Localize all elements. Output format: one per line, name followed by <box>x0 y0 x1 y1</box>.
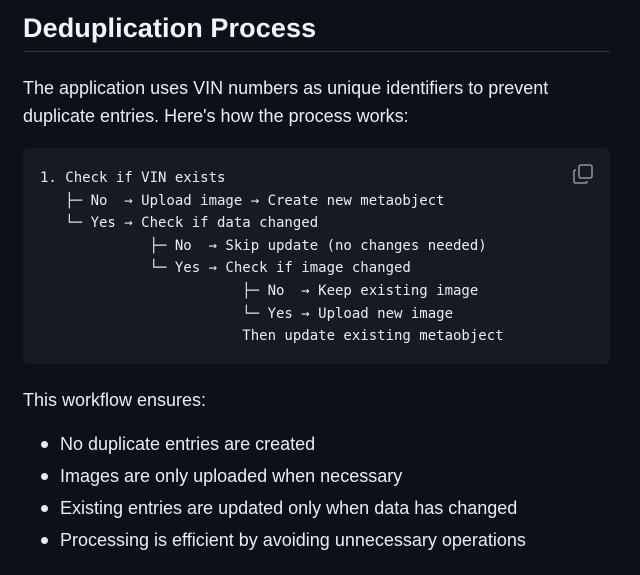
list-item: Images are only uploaded when necessary <box>23 460 610 492</box>
benefits-list: No duplicate entries are created Images … <box>23 428 610 556</box>
code-content[interactable]: 1. Check if VIN exists ├─ No → Upload im… <box>40 167 610 348</box>
code-line: Then update existing metaobject <box>40 328 504 345</box>
list-item-text: Existing entries are updated only when d… <box>60 498 518 518</box>
code-line: └─ Yes → Upload new image <box>40 305 454 322</box>
list-item-text: Processing is efficient by avoiding unne… <box>60 530 526 550</box>
workflow-lead: This workflow ensures: <box>23 390 207 410</box>
markdown-document: Deduplication Process The application us… <box>23 0 610 556</box>
list-item: Processing is efficient by avoiding unne… <box>23 524 610 556</box>
code-line: ├─ No → Keep existing image <box>40 282 479 299</box>
list-item-text: Images are only uploaded when necessary <box>60 466 403 486</box>
copy-icon <box>573 164 593 184</box>
code-line: ├─ No → Skip update (no changes needed) <box>40 237 487 254</box>
list-item: Existing entries are updated only when d… <box>23 492 610 524</box>
bullet-icon <box>41 473 48 480</box>
bullet-icon <box>41 441 48 448</box>
list-item-text: No duplicate entries are created <box>60 434 316 454</box>
code-line: 1. Check if VIN exists <box>40 170 226 186</box>
code-block: 1. Check if VIN exists ├─ No → Upload im… <box>23 148 610 364</box>
code-line: └─ Yes → Check if data changed <box>40 215 319 232</box>
code-line: └─ Yes → Check if image changed <box>40 260 411 277</box>
code-line: ├─ No → Upload image → Create new metaob… <box>40 192 445 209</box>
intro-paragraph: The application uses VIN numbers as uniq… <box>23 78 549 126</box>
section-heading: Deduplication Process <box>23 13 317 43</box>
copy-code-button[interactable] <box>572 163 594 185</box>
bullet-icon <box>41 537 48 544</box>
heading-divider <box>23 51 610 52</box>
bullet-icon <box>41 505 48 512</box>
list-item: No duplicate entries are created <box>23 428 610 460</box>
